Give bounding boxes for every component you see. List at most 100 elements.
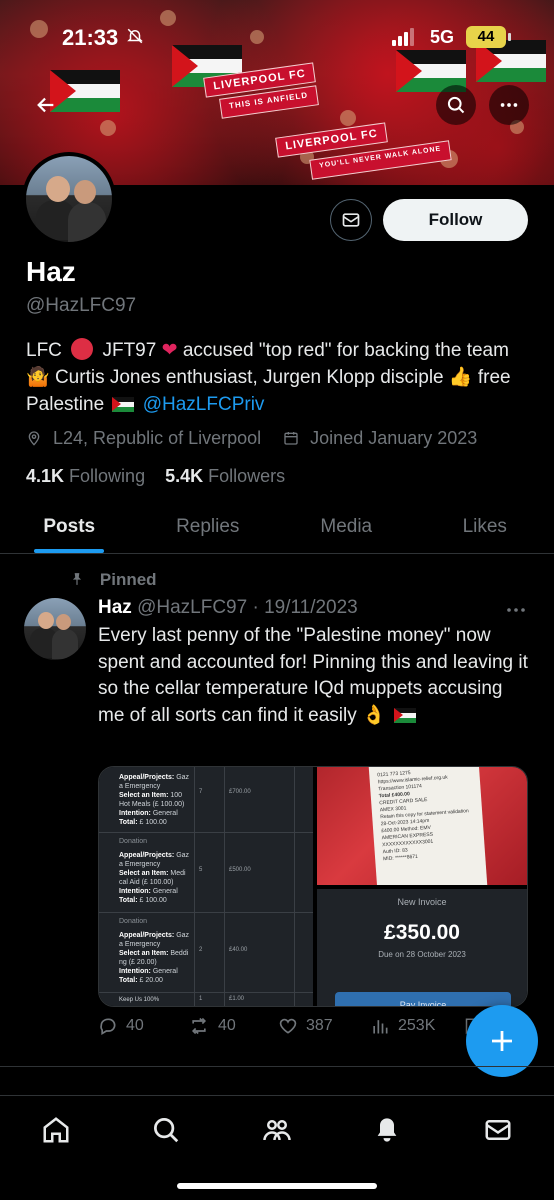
tweet-media[interactable]: Appeal/Projects: Gaz a Emergency Select a… [98,766,528,1007]
bio-text: JFT97 [102,340,157,361]
envelope-icon [485,1120,511,1140]
receipt-photo[interactable]: 0121 773 1275 https://www.islamic-relief… [317,767,527,885]
tweet-avatar[interactable] [24,598,86,660]
views-count: 253K [398,1017,436,1034]
tweet-body: Every last penny of the "Palestine money… [98,625,528,726]
following-count: 4.1K [26,466,65,486]
tab-replies[interactable]: Replies [139,500,278,553]
tab-label: Posts [43,515,96,537]
follow-button[interactable]: Follow [383,199,528,241]
tweet-text: Every last penny of the "Palestine money… [98,623,528,729]
follow-counts: 4.1K Following 5.4K Followers [26,466,285,487]
tweet-actions: 40 40 387 253K [98,1016,518,1046]
red-heart-emoji: ❤ [161,340,178,361]
donation-label: Donation [119,918,148,925]
search-icon [154,1118,179,1143]
donation-qty: 2 [199,947,203,953]
retweet-button[interactable]: 40 [188,1016,236,1036]
home-indicator[interactable] [177,1183,377,1189]
envelope-icon [342,213,360,227]
status-bar: 21:33 5G 44 [0,0,554,75]
following-label: Following [69,466,146,486]
palestine-flag-emoji [112,397,135,412]
bio-text: accused "top red" for backing the team [182,340,509,361]
nav-messages[interactable] [478,1110,518,1150]
palestine-flag-emoji [393,707,416,723]
signal-icon [392,28,414,46]
bio-link[interactable]: @HazLFCPriv [143,394,265,415]
tweet-more-icon[interactable] [506,597,526,618]
thumbs-up-emoji: 👍 [448,367,473,388]
tab-label: Replies [176,515,240,537]
donation-row-label: Appeal/Projects: Gaz a Emergency Select a… [119,774,190,826]
bio-text: Curtis Jones enthusiast, Jurgen Klopp di… [54,367,444,388]
reply-icon [100,1018,116,1035]
nav-search[interactable] [146,1110,186,1150]
receipt-paper: 0121 773 1275 https://www.islamic-relief… [368,767,488,885]
tab-label: Likes [462,515,507,537]
crowd-face [100,120,116,136]
location: L24, Republic of Liverpool [26,428,261,449]
silent-bell-icon [126,27,144,50]
profile-handle: @HazLFC97 [26,295,137,316]
nav-communities[interactable] [257,1110,297,1150]
tab-label: Media [320,515,373,537]
tab-media[interactable]: Media [277,500,416,553]
nav-notifications[interactable] [367,1110,407,1150]
donation-row: Donation Appeal/Projects: Gaz a Emergenc… [99,913,313,993]
donation-row-label: Appeal/Projects: Gaz a Emergency Select a… [119,852,190,904]
pinned-text: Pinned [99,570,157,589]
retweet-icon [191,1017,207,1035]
pinned-label: Pinned [70,570,157,590]
views-chart-icon [373,1020,388,1034]
followers-label: Followers [208,466,286,486]
tweet-divider [0,1066,554,1067]
home-icon [43,1117,69,1143]
media-right-column: 0121 773 1275 https://www.islamic-relief… [317,767,527,1006]
nav-home[interactable] [36,1110,76,1150]
invoice-screenshot[interactable]: New Invoice £350.00 Due on 28 October 20… [317,889,527,1006]
donation-amount: £1.00 [229,996,245,1002]
invoice-due-date: Due on 28 October 2023 [378,950,466,959]
following-link[interactable]: 4.1K Following [26,466,145,486]
shrug-emoji: 🤷 [26,367,50,388]
donation-screenshot[interactable]: Appeal/Projects: Gaz a Emergency Select a… [99,767,313,1006]
reply-button[interactable]: 40 [98,1016,144,1036]
tab-posts[interactable]: Posts [0,500,139,553]
joined-text: Joined January 2023 [310,428,478,448]
tweet-handle-date: @HazLFC97 · 19/11/2023 [137,597,358,618]
retweet-count: 40 [218,1017,236,1034]
invoice-title: New Invoice [397,897,447,907]
views-button[interactable]: 253K [370,1016,435,1036]
profile-avatar[interactable] [22,152,116,246]
invoice-amount: £350.00 [384,921,460,944]
location-text: L24, Republic of Liverpool [53,428,262,448]
red-circle-emoji [71,338,94,360]
search-button[interactable] [436,85,476,125]
donation-row: Donation Appeal/Projects: Gaz a Emergenc… [99,833,313,913]
location-pin-icon [26,428,47,448]
like-count: 387 [306,1017,333,1034]
back-button[interactable] [26,85,66,125]
battery-tip [508,33,511,41]
followers-link[interactable]: 5.4K Followers [165,466,285,486]
like-button[interactable]: 387 [278,1016,333,1036]
donation-row: Keep Us 100% 1 £1.00 [99,993,313,1006]
more-dots-icon [500,103,518,107]
donation-qty: 1 [199,996,203,1002]
profile-meta: L24, Republic of Liverpool Joined Januar… [26,428,477,449]
donation-qty: 5 [199,867,203,873]
tab-likes[interactable]: Likes [416,500,554,553]
tweet-author-name[interactable]: Haz [98,597,132,618]
donation-amount: £40.00 [229,947,248,953]
search-icon [447,96,465,114]
communities-icon [263,1120,291,1141]
donation-amount: £700.00 [229,789,251,795]
network-type: 5G [430,27,455,47]
message-button[interactable] [330,199,372,241]
bell-icon [377,1118,397,1142]
pay-invoice-button: Pay Invoice [335,992,511,1006]
keep-us-label: Keep Us 100% [119,997,160,1003]
more-options-button[interactable] [489,85,529,125]
profile-bio: LFC JFT97 ❤ accused "top red" for backin… [26,337,526,418]
